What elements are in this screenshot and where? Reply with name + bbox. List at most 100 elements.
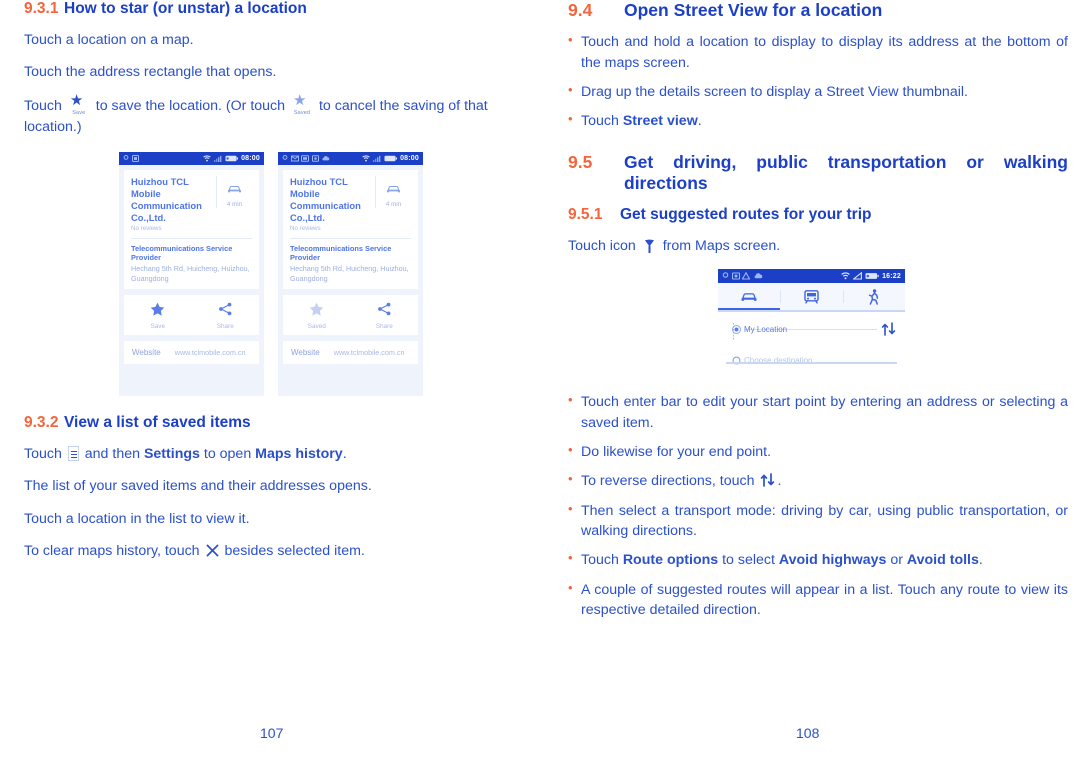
status-left-icons xyxy=(123,155,201,163)
battery-icon xyxy=(865,273,879,280)
website-row[interactable]: Website www.tclmobile.com.cn xyxy=(283,341,418,365)
star-glyph: ★ xyxy=(293,91,307,109)
location-icon xyxy=(282,155,288,160)
heading-number: 9.5 xyxy=(568,151,593,172)
line-end: . xyxy=(342,446,347,462)
route-entry-box: My Location Choose destination... xyxy=(718,312,905,370)
business-info: Huizhou TCL Mobile Communication Co.,Ltd… xyxy=(131,176,216,232)
end-point-marker-icon xyxy=(728,352,744,370)
route-options-bold: Route options xyxy=(622,552,719,569)
star-sentence-before: Touch xyxy=(24,97,62,114)
status-right-icons: 08:00 xyxy=(362,155,419,163)
heading-title: How to star (or unstar) a location xyxy=(64,0,307,17)
share-icon xyxy=(218,303,232,316)
phone-mockup-directions: 16:22 My Location Choose destination... xyxy=(718,269,905,377)
list-item: Do likewise for your end point. xyxy=(568,441,1068,462)
swap-direction-button[interactable] xyxy=(881,322,896,341)
star-saved-icon: ★ Saved xyxy=(289,91,315,116)
heading-title: Get suggested routes for your trip xyxy=(620,206,872,224)
route-start-row[interactable]: My Location xyxy=(728,321,895,339)
save-action-label: Save xyxy=(150,323,166,331)
document-page: 9.3.1 How to star (or unstar) a location… xyxy=(0,0,1080,767)
warning-icon xyxy=(742,272,750,280)
clear-after: besides selected item. xyxy=(224,542,365,559)
star-saved-label: Saved xyxy=(293,109,311,116)
screenshot-icon xyxy=(301,155,309,162)
maps-history-bold: Maps history xyxy=(255,446,343,462)
heading-title: View a list of saved items xyxy=(64,414,251,432)
travel-time: 4 min xyxy=(385,201,402,209)
swap-arrows-icon[interactable] xyxy=(760,473,775,488)
status-right-icons: 16:22 xyxy=(841,272,901,280)
save-action-button[interactable]: Save xyxy=(124,302,192,330)
right-page-column: 9.4 Open Street View for a location Touc… xyxy=(568,0,1068,767)
menu-icon[interactable] xyxy=(67,446,79,461)
heading-9-4: 9.4 Open Street View for a location xyxy=(568,0,1068,21)
paragraph-maps-history: Touch and then Settings to open Maps his… xyxy=(24,444,524,465)
status-bar: 16:22 xyxy=(718,269,905,284)
travel-time: 4 min xyxy=(226,201,243,209)
website-label: Website xyxy=(132,348,161,358)
route-options-after: . xyxy=(978,552,983,569)
wifi-icon xyxy=(203,155,211,162)
list-item: Touch enter bar to edit your start point… xyxy=(568,391,1068,433)
list-item: A couple of suggested routes will appear… xyxy=(568,579,1068,621)
close-x-icon[interactable] xyxy=(206,544,219,557)
heading-number: 9.3.2 xyxy=(24,414,59,432)
divider xyxy=(290,238,411,240)
reverse-before: To reverse directions, touch xyxy=(581,473,759,490)
phone-mockup-saved: 08:00 Huizhou TCL Mobile Communication C… xyxy=(278,152,423,397)
divider xyxy=(131,238,252,240)
directions-screenshot-wrap: 16:22 My Location Choose destination... xyxy=(718,269,1068,377)
paragraph-touch-to-view: Touch a location in the list to view it. xyxy=(24,510,250,527)
website-url: www.tclmobile.com.cn xyxy=(174,348,246,358)
mail-icon xyxy=(290,155,299,162)
status-bar: 08:00 xyxy=(119,152,264,166)
directions-icon[interactable] xyxy=(643,239,656,254)
share-icon xyxy=(377,303,391,316)
travel-estimate[interactable]: 4 min xyxy=(216,176,252,209)
heading-number: 9.5.1 xyxy=(568,206,603,224)
status-left-icons xyxy=(282,155,360,162)
paragraph-touch-location: Touch a location on a map. xyxy=(24,31,194,48)
share-action-button[interactable]: Share xyxy=(192,302,260,330)
transit-icon xyxy=(804,290,819,304)
signal-icon xyxy=(373,155,381,163)
status-time: 08:00 xyxy=(241,155,260,163)
paragraph-clear-history: To clear maps history, touch besides sel… xyxy=(24,541,524,562)
heading-number: 9.4 xyxy=(568,0,593,20)
mode-tab-driving[interactable] xyxy=(718,283,781,311)
line-mid2: to open xyxy=(203,446,252,462)
intro-before: Touch icon xyxy=(568,238,636,255)
street-view-bold: Street view xyxy=(622,113,698,130)
saved-action-label: Saved xyxy=(307,323,326,331)
business-name: Huizhou TCL Mobile Communication Co.,Ltd… xyxy=(290,176,361,223)
mode-tab-transit[interactable] xyxy=(780,283,842,310)
business-reviews: No reviews xyxy=(131,225,162,233)
status-time: 16:22 xyxy=(882,272,901,280)
swap-arrows-icon xyxy=(881,322,896,336)
paragraph-touch-address: Touch the address rectangle that opens. xyxy=(24,64,277,81)
route-end-row[interactable]: Choose destination... xyxy=(728,352,895,370)
business-name: Huizhou TCL Mobile Communication Co.,Ltd… xyxy=(131,176,202,223)
heading-9-5: 9.5 Get driving, public transportation o… xyxy=(568,152,1068,195)
share-action-label: Share xyxy=(216,323,234,331)
car-icon xyxy=(387,186,400,193)
status-left-icons xyxy=(722,272,839,280)
mode-tab-walking[interactable] xyxy=(842,283,905,310)
route-options-before: Touch xyxy=(581,552,623,569)
travel-estimate[interactable]: 4 min xyxy=(375,176,411,209)
list-item: Then select a transport mode: driving by… xyxy=(568,500,1068,542)
share-action-button[interactable]: Share xyxy=(351,302,419,330)
star-save-icon: ★ Save xyxy=(66,93,92,116)
line-before: Touch xyxy=(24,446,62,462)
business-card: Huizhou TCL Mobile Communication Co.,Ltd… xyxy=(124,170,259,290)
website-row[interactable]: Website www.tclmobile.com.cn xyxy=(124,341,259,365)
left-page-column: 9.3.1 How to star (or unstar) a location… xyxy=(24,0,524,767)
business-address: Hechang 5th Rd, Huicheng, Huizhou, Guang… xyxy=(131,264,250,283)
business-info: Huizhou TCL Mobile Communication Co.,Ltd… xyxy=(290,176,375,232)
battery-icon xyxy=(225,155,239,162)
saved-action-button[interactable]: Saved xyxy=(283,302,351,330)
avoid-highways-bold: Avoid highways xyxy=(778,552,887,569)
car-icon xyxy=(741,293,757,301)
